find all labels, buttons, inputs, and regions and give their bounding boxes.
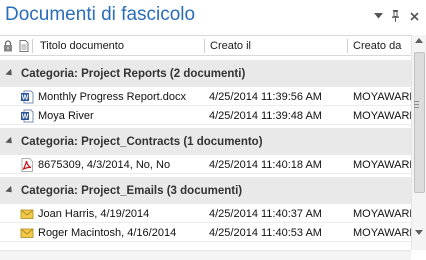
document-title: Monthly Progress Report.docx: [38, 91, 186, 103]
column-separator[interactable]: [204, 39, 205, 53]
document-list: Categoria: Project Reports (2 documenti)…: [0, 56, 411, 250]
email-envelope-icon: [20, 207, 34, 221]
column-header-title[interactable]: Titolo documento: [36, 36, 124, 56]
table-row[interactable]: Roger Macintosh, 4/16/2014 4/25/2014 11:…: [0, 224, 411, 242]
panel-menu-dropdown-icon[interactable]: [371, 9, 385, 23]
svg-text:W: W: [22, 95, 29, 102]
category-label: Categoria: Project_Contracts (1 document…: [21, 136, 263, 148]
panel-titlebar: Documenti di fascicolo: [0, 0, 426, 34]
created-date: 4/25/2014 11:39:56 AM: [209, 91, 322, 103]
column-header-created-by[interactable]: Creato da: [349, 36, 401, 56]
created-by: MOYAWARE: [353, 159, 411, 171]
scrollbar-grip-icon: [414, 101, 419, 108]
category-group-header[interactable]: Categoria: Project_Emails (3 documenti): [0, 177, 411, 204]
lock-icon[interactable]: [1, 36, 15, 56]
collapse-arrow-icon[interactable]: [5, 136, 15, 147]
horizontal-scrollbar[interactable]: [0, 250, 411, 260]
document-title: Roger Macintosh, 4/16/2014: [38, 227, 177, 239]
svg-text:W: W: [22, 114, 29, 121]
scroll-down-arrow-icon[interactable]: [415, 230, 423, 235]
word-document-icon: W: [20, 109, 34, 123]
column-header-created[interactable]: Creato il: [206, 36, 251, 56]
collapse-arrow-icon[interactable]: [5, 185, 15, 196]
documents-panel: Documenti di fascicolo Titolo documento …: [0, 0, 426, 260]
table-row[interactable]: W Monthly Progress Report.docx 4/25/2014…: [0, 88, 411, 106]
document-title: Joan Harris, 4/19/2014: [38, 208, 150, 220]
category-group-header[interactable]: Categoria: Project Reports (2 documenti): [0, 60, 411, 87]
created-date: 4/25/2014 11:40:37 AM: [209, 208, 322, 220]
table-row[interactable]: Joan Harris, 4/19/2014 4/25/2014 11:40:3…: [0, 205, 411, 223]
column-separator[interactable]: [347, 39, 348, 53]
created-by: MOYAWARE: [353, 227, 411, 239]
created-date: 4/25/2014 11:40:18 AM: [209, 159, 322, 171]
document-title: 8675309, 4/3/2014, No, No: [38, 159, 171, 171]
scrollbar-thumb[interactable]: [414, 52, 425, 193]
scroll-up-arrow-icon[interactable]: [415, 38, 423, 43]
created-by: MOYAWARE: [353, 110, 411, 122]
table-row[interactable]: W Moya River 4/25/2014 11:39:48 AM MOYAW…: [0, 107, 411, 125]
table-row[interactable]: 8675309, 4/3/2014, No, No 4/25/2014 11:4…: [0, 156, 411, 174]
column-separator[interactable]: [32, 39, 33, 53]
created-by: MOYAWARE: [353, 91, 411, 103]
created-by: MOYAWARE: [353, 208, 411, 220]
created-date: 4/25/2014 11:40:53 AM: [209, 227, 322, 239]
category-group-header[interactable]: Categoria: Project_Contracts (1 document…: [0, 128, 411, 155]
vertical-scrollbar[interactable]: [411, 35, 426, 250]
column-header-row: Titolo documento Creato il Creato da: [0, 35, 411, 56]
pdf-document-icon: [20, 158, 34, 172]
panel-title: Documenti di fascicolo: [5, 4, 196, 25]
document-title: Moya River: [38, 110, 94, 122]
created-date: 4/25/2014 11:39:48 AM: [209, 110, 322, 122]
category-label: Categoria: Project Reports (2 documenti): [21, 68, 246, 80]
pin-icon[interactable]: [389, 9, 403, 23]
document-type-icon[interactable]: [17, 36, 31, 56]
collapse-arrow-icon[interactable]: [5, 68, 15, 79]
close-icon[interactable]: [407, 9, 421, 23]
word-document-icon: W: [20, 90, 34, 104]
email-envelope-icon: [20, 226, 34, 240]
category-label: Categoria: Project_Emails (3 documenti): [21, 185, 243, 197]
